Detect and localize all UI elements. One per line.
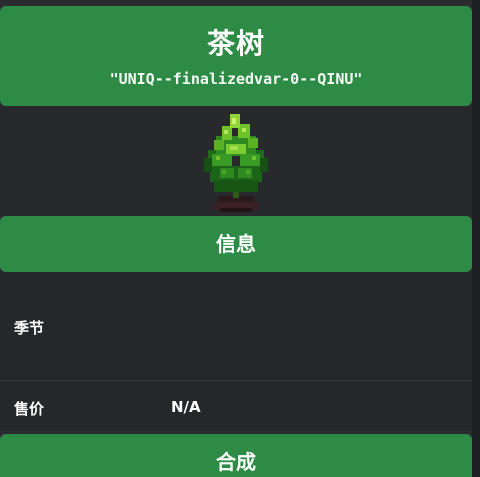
tea-bush-icon [204,114,268,212]
crafting-section-header: 合成 [0,434,472,477]
item-internal-id: "UNIQ--finalizedvar-0--QINU" [109,70,363,88]
price-label: 售价 [14,400,45,418]
season-row: 季节 [0,272,472,380]
info-section-header: 信息 [0,216,472,272]
price-value: N/A [171,398,201,416]
item-image-area [0,106,472,216]
season-label: 季节 [14,319,45,337]
item-title: 茶树 [206,27,265,60]
item-infobox: 茶树 "UNIQ--finalizedvar-0--QINU" 信息 季节 售价… [0,0,472,477]
item-header: 茶树 "UNIQ--finalizedvar-0--QINU" [0,6,472,106]
price-row: 售价 N/A [0,381,472,431]
page-margin [472,0,480,477]
